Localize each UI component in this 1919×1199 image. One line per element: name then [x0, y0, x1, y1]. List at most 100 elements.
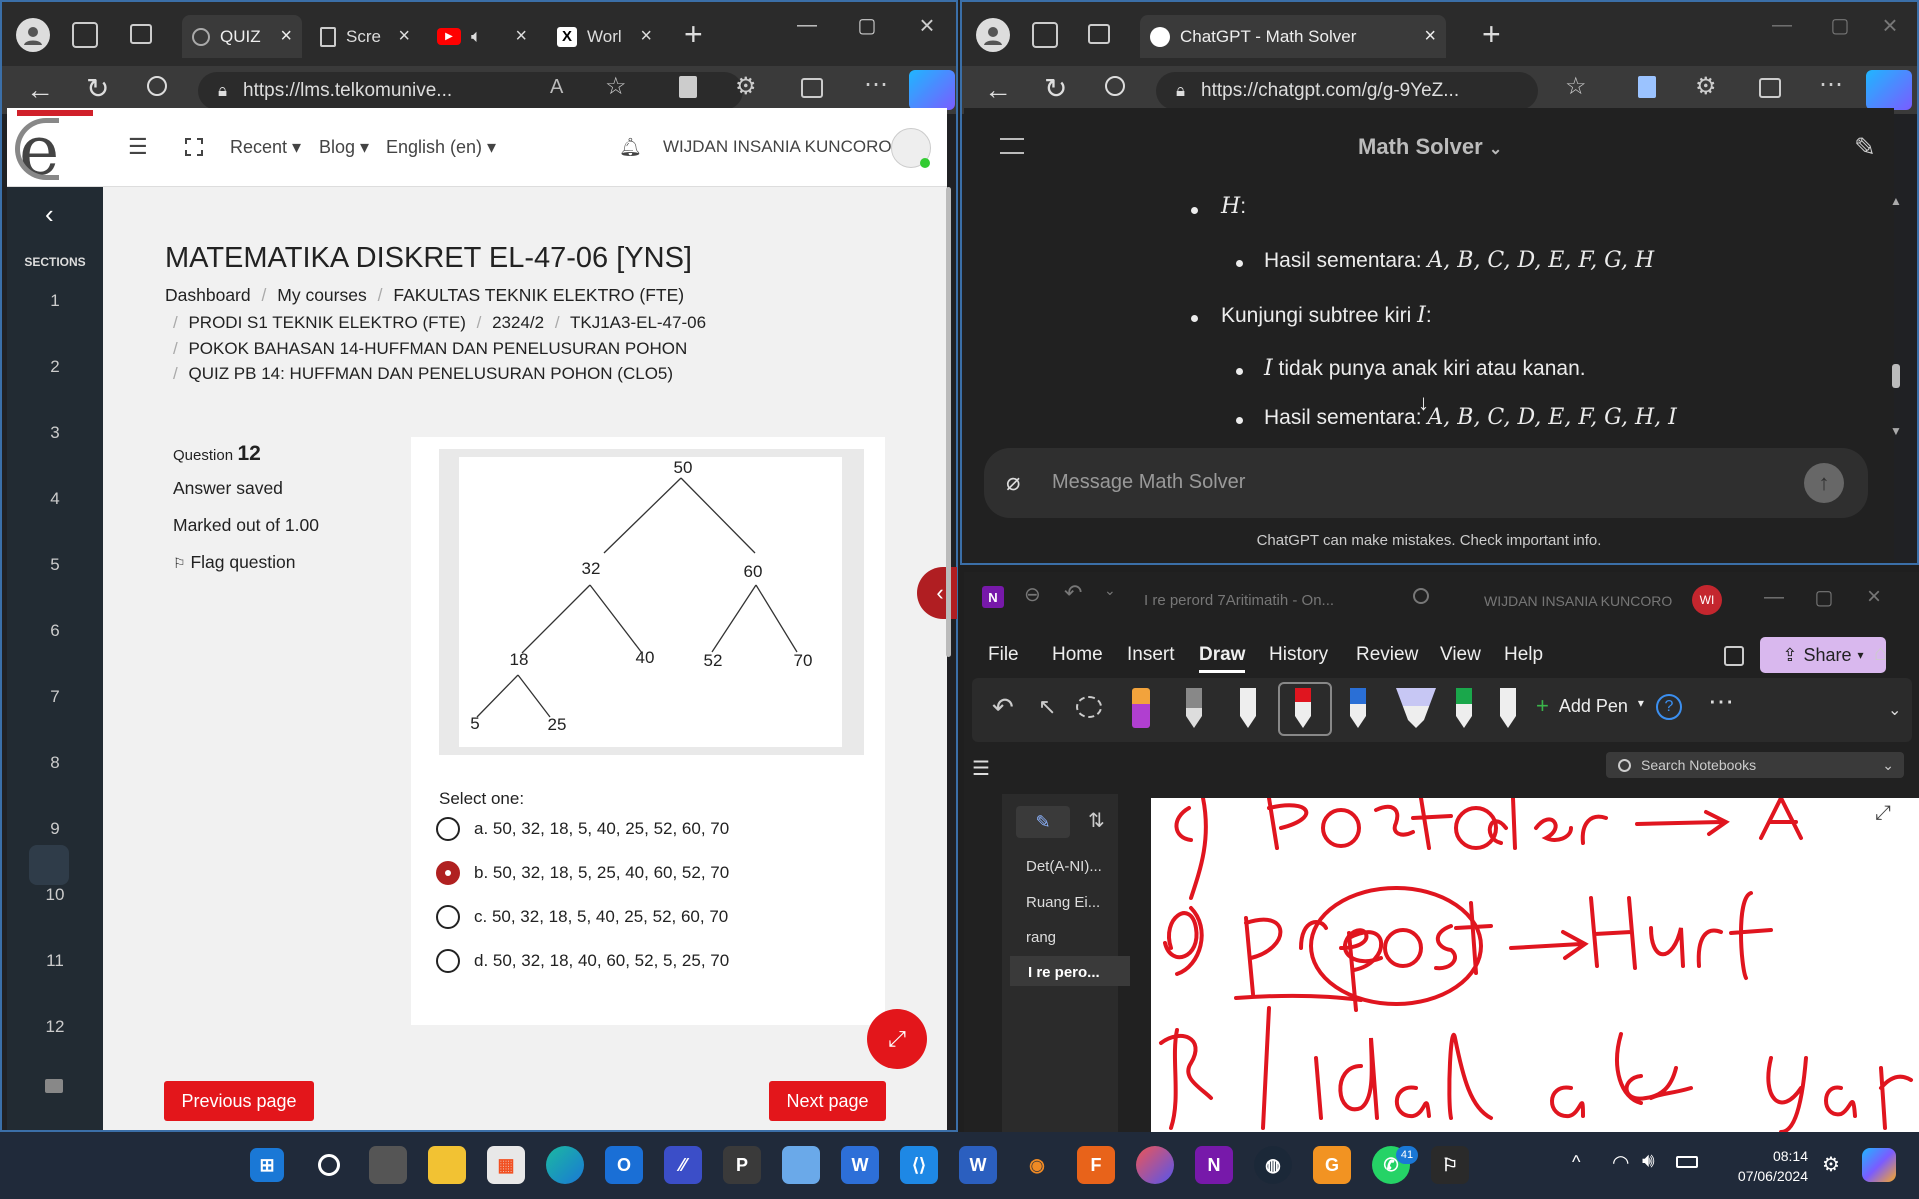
edge-icon[interactable] — [546, 1146, 584, 1184]
app-icon[interactable]: P — [723, 1146, 761, 1184]
share-button[interactable]: ⇪ Share ▾ — [1760, 637, 1886, 673]
close-window-icon[interactable]: × — [907, 10, 947, 40]
menu-draw[interactable]: Draw — [1199, 644, 1246, 673]
refresh-icon[interactable]: ↻ — [86, 72, 109, 105]
scroll-down-icon[interactable]: ↓ — [1418, 390, 1429, 416]
blog-menu[interactable]: Blog ▾ — [319, 137, 369, 158]
page-item-active[interactable]: I re pero... — [1010, 956, 1130, 986]
section-12[interactable]: 12 — [7, 1017, 103, 1037]
tab-actions-icon[interactable] — [130, 24, 152, 44]
favorite-star-icon[interactable]: ☆ — [1565, 72, 1587, 101]
pen-a-icon[interactable] — [1186, 688, 1202, 728]
scrollbar[interactable] — [946, 187, 951, 657]
hamburger-menu-icon[interactable]: ☰ — [972, 756, 990, 781]
menu-history[interactable]: History — [1269, 644, 1328, 666]
start-icon[interactable]: ⊞ — [250, 1148, 284, 1182]
flag-question[interactable]: ⚐ Flag question — [173, 552, 319, 573]
fullscreen-icon[interactable] — [185, 138, 203, 156]
onenote-user[interactable]: WIJDAN INSANIA KUNCORO — [1484, 593, 1672, 609]
crumb-my-courses[interactable]: My courses — [277, 285, 366, 305]
search-icon[interactable] — [310, 1146, 348, 1184]
new-chat-icon[interactable]: ✎ — [1854, 132, 1876, 163]
crumb-term[interactable]: 2324/2 — [492, 313, 544, 332]
message-input-box[interactable]: ⌀ Message Math Solver ↑ — [984, 448, 1868, 518]
crumb-course-code[interactable]: TKJ1A3-EL-47-06 — [570, 313, 706, 332]
highlighter-icon[interactable] — [1132, 688, 1150, 728]
battery-icon[interactable] — [1676, 1156, 1698, 1168]
crumb-prodi[interactable]: PRODI S1 TEKNIK ELEKTRO (FTE) — [188, 313, 465, 332]
app-icon[interactable] — [1136, 1146, 1174, 1184]
close-icon[interactable]: × — [640, 25, 652, 48]
task-view-icon[interactable] — [369, 1146, 407, 1184]
section-4[interactable]: 4 — [7, 489, 103, 509]
collections-icon[interactable] — [1638, 76, 1656, 98]
option-c[interactable]: c. 50, 32, 18, 5, 40, 25, 52, 60, 70 — [436, 905, 728, 929]
store-icon[interactable]: ▦ — [487, 1146, 525, 1184]
profile-avatar-icon[interactable] — [16, 18, 50, 52]
chevron-up-icon[interactable]: ^ — [1572, 1152, 1580, 1173]
app-icon[interactable]: ⁄⁄ — [664, 1146, 702, 1184]
copilot-icon[interactable] — [1862, 1148, 1896, 1182]
gpt-model-selector[interactable]: Math Solver ⌄ — [1358, 134, 1502, 160]
workspaces-icon[interactable] — [72, 22, 98, 48]
search-notebooks[interactable]: Search Notebooks ⌄ — [1606, 752, 1904, 778]
minimize-icon[interactable]: — — [787, 10, 827, 40]
collapse-sidebar-icon[interactable]: ‹ — [45, 199, 54, 230]
more-menu-icon[interactable]: ⋯ — [1819, 70, 1843, 99]
app-icon[interactable]: ⚐ — [1431, 1146, 1469, 1184]
close-icon[interactable]: × — [1424, 25, 1436, 48]
menu-insert[interactable]: Insert — [1127, 644, 1175, 666]
drawer-toggle-icon[interactable]: ‹ — [917, 567, 957, 619]
attach-icon[interactable]: ⌀ — [1006, 468, 1020, 497]
radio-b[interactable] — [436, 861, 460, 885]
search-icon[interactable] — [147, 76, 167, 96]
bell-icon[interactable]: 🔔︎ — [619, 137, 642, 158]
crumb-topic[interactable]: POKOK BAHASAN 14-HUFFMAN DAN PENELUSURAN… — [188, 339, 687, 358]
section-11[interactable]: 11 — [7, 951, 103, 971]
radio-a[interactable] — [436, 817, 460, 841]
url-field[interactable]: 🔒︎ https://lms.telkomunive... — [198, 72, 743, 110]
collapse-ribbon-icon[interactable]: ⌄ — [1888, 700, 1901, 720]
vscode-icon[interactable]: ⟨⟩ — [900, 1146, 938, 1184]
previous-page-button[interactable]: Previous page — [164, 1081, 314, 1121]
outlook-icon[interactable]: O — [605, 1146, 643, 1184]
floating-tool-icon[interactable] — [29, 845, 69, 885]
more-menu-icon[interactable]: ⋯ — [864, 70, 888, 99]
copilot-icon[interactable] — [909, 70, 955, 110]
app-icon[interactable]: G — [1313, 1146, 1351, 1184]
clock[interactable]: 08:14 07/06/2024 — [1720, 1146, 1808, 1186]
profile-avatar-icon[interactable] — [976, 18, 1010, 52]
app-icon[interactable]: F — [1077, 1146, 1115, 1184]
back-icon[interactable]: ← — [26, 74, 54, 106]
copilot-icon[interactable] — [1866, 70, 1912, 110]
option-d[interactable]: d. 50, 32, 18, 40, 60, 52, 5, 25, 70 — [436, 949, 729, 973]
section-3[interactable]: 3 — [7, 423, 103, 443]
notification-icon[interactable]: ⚙ — [1822, 1152, 1840, 1177]
new-tab-icon[interactable]: + — [1482, 16, 1501, 53]
search-icon[interactable] — [1413, 588, 1429, 604]
favorite-star-icon[interactable]: ☆ — [605, 72, 627, 101]
volume-icon[interactable]: 🔊︎ — [1642, 1150, 1655, 1173]
tab-chatgpt[interactable]: ChatGPT - Math Solver × — [1140, 15, 1446, 58]
section-2[interactable]: 2 — [7, 357, 103, 377]
page-item[interactable]: Ruang Ei... — [1026, 894, 1100, 911]
scrollbar[interactable] — [1892, 364, 1900, 388]
url-field[interactable]: 🔒︎ https://chatgpt.com/g/g-9YeZ... — [1156, 72, 1538, 110]
help-icon[interactable]: ? — [1656, 694, 1682, 720]
select-tool-icon[interactable]: ↖ — [1038, 694, 1056, 720]
highlighter-wide-icon[interactable] — [1396, 688, 1436, 728]
sort-icon[interactable]: ⇅ — [1088, 808, 1105, 833]
maximize-icon[interactable]: ▢ — [1804, 582, 1844, 612]
menu-view[interactable]: View — [1440, 644, 1481, 666]
option-b[interactable]: b. 50, 32, 18, 5, 25, 40, 60, 52, 70 — [436, 861, 729, 885]
option-a[interactable]: a. 50, 32, 18, 5, 40, 25, 52, 60, 70 — [436, 817, 729, 841]
user-avatar[interactable]: WI — [1692, 585, 1722, 615]
quick-access-icon[interactable]: ⌄ — [1104, 582, 1116, 599]
user-name[interactable]: WIJDAN INSANIA KUNCORO — [663, 137, 892, 157]
hamburger-menu-icon[interactable]: ☰ — [128, 134, 148, 160]
tab-youtube[interactable]: ▶ 🔈︎ × — [427, 15, 537, 58]
split-screen-icon[interactable] — [801, 78, 823, 98]
crumb-quiz[interactable]: QUIZ PB 14: HUFFMAN DAN PENELUSURAN POHO… — [188, 364, 673, 383]
workspaces-icon[interactable] — [1032, 22, 1058, 48]
more-options-icon[interactable]: ⋯ — [1708, 686, 1734, 717]
